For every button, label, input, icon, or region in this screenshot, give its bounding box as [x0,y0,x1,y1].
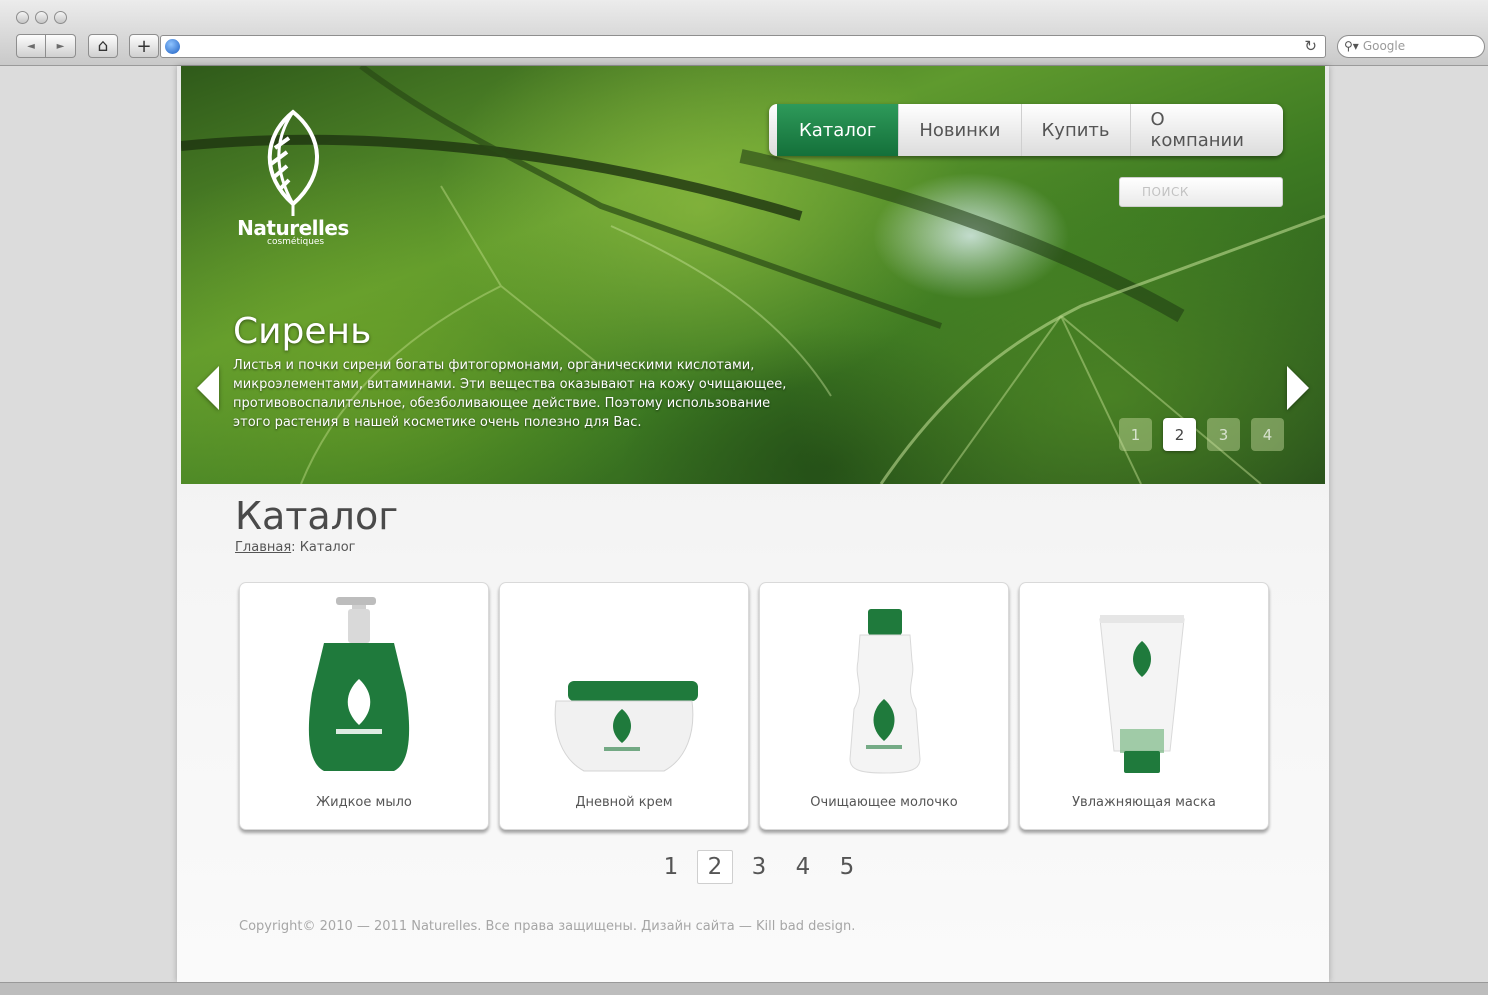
add-bookmark-button[interactable]: + [129,34,159,58]
history-buttons: ◄ ► [16,34,76,58]
browser-search-field[interactable]: ⚲▾ Google [1337,35,1485,58]
close-window-button[interactable] [16,11,29,24]
footer-copyright: Copyright© 2010 — 2011 Naturelles. Все п… [239,919,856,934]
day-cream-jar-image [554,681,698,772]
brand-logo[interactable]: Naturelles cosmétiques [233,108,353,247]
minimize-window-button[interactable] [35,11,48,24]
home-button[interactable]: ⌂ [88,34,118,58]
page-link[interactable]: 4 [785,850,821,884]
web-page: Naturelles cosmétiques Каталог Новинки К… [177,66,1329,982]
main-navigation: Каталог Новинки Купить О компании [769,104,1283,156]
slider-prev-arrow-icon[interactable] [197,366,219,410]
slider-dot[interactable]: 3 [1207,418,1240,451]
page-link[interactable]: 3 [741,850,777,884]
catalog-pagination: 1 2 3 4 5 [653,850,865,884]
nav-item-about[interactable]: О компании [1131,104,1283,156]
back-arrow-icon: ◄ [27,40,35,52]
breadcrumb-current: Каталог [299,540,356,555]
liquid-soap-bottle-image [308,597,410,771]
reload-icon[interactable]: ↻ [1304,37,1317,55]
search-placeholder: поиск [1142,185,1189,199]
browser-search-placeholder: Google [1362,39,1406,53]
plus-icon: + [136,35,152,57]
globe-icon [165,39,180,54]
slider-dot[interactable]: 1 [1119,418,1152,451]
product-name: Очищающее молочко [810,795,958,810]
hero-slider: Naturelles cosmétiques Каталог Новинки К… [181,66,1325,484]
page-link[interactable]: 1 [653,850,689,884]
product-card[interactable]: Дневной крем [499,582,749,830]
forward-arrow-icon: ► [56,40,65,52]
product-name: Увлажняющая маска [1072,795,1216,810]
slide-title: Сирень [233,311,372,352]
leaf-logo-icon [267,109,319,216]
slider-dot[interactable]: 4 [1251,418,1284,451]
breadcrumb-home-link[interactable]: Главная [235,540,291,555]
zoom-window-button[interactable] [54,11,67,24]
page-link[interactable]: 5 [829,850,865,884]
slider-pagination: 1 2 3 4 [1119,418,1284,451]
product-card[interactable]: Увлажняющая маска [1019,582,1269,830]
window-controls [16,11,67,24]
nav-item-catalog[interactable]: Каталог [777,104,900,156]
page-title: Каталог [235,494,399,538]
product-grid: Жидкое мыло Дневной крем Очищающее молоч… [239,582,1269,830]
breadcrumb: Главная: Каталог [235,540,356,555]
search-input[interactable]: поиск [1119,177,1283,207]
slider-next-arrow-icon[interactable] [1287,366,1309,410]
forward-button[interactable]: ► [46,34,76,58]
browser-status-bar [0,982,1488,995]
cleansing-milk-bottle-image [849,609,921,774]
slide-description: Листья и почки сирени богаты фитогормона… [233,358,787,430]
product-card[interactable]: Очищающее молочко [759,582,1009,830]
moisturizing-mask-tube-image [1099,615,1185,773]
product-name: Дневной крем [575,795,673,810]
product-name: Жидкое мыло [316,795,412,810]
breadcrumb-separator: : [291,540,296,555]
nav-item-new[interactable]: Новинки [899,104,1022,156]
address-bar[interactable]: ↻ [160,35,1326,58]
browser-toolbar: ◄ ► ⌂ + ↻ ⚲▾ Google [0,0,1488,66]
search-icon: ⚲▾ [1344,39,1359,53]
slider-dot-active[interactable]: 2 [1163,418,1196,451]
page-link-active[interactable]: 2 [697,850,733,884]
product-card[interactable]: Жидкое мыло [239,582,489,830]
home-icon: ⌂ [97,36,109,56]
nav-item-buy[interactable]: Купить [1022,104,1131,156]
back-button[interactable]: ◄ [16,34,46,58]
